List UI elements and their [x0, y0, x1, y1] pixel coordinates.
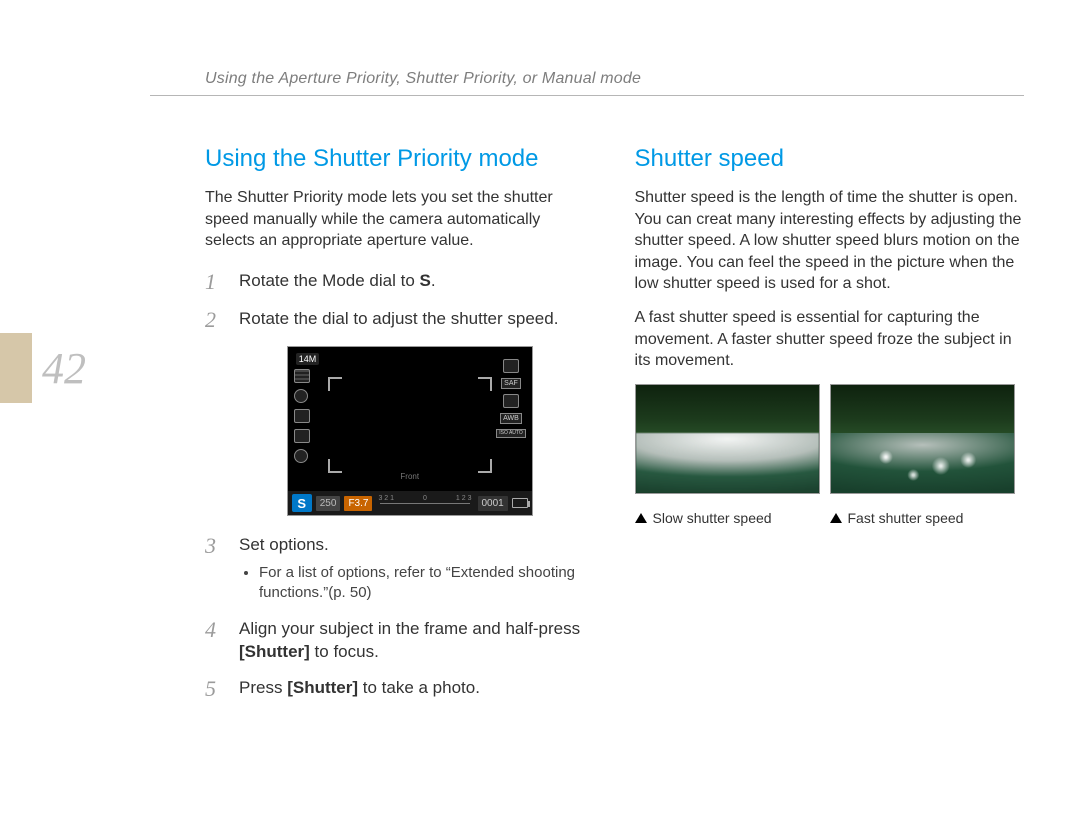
af-area-icon: [503, 394, 519, 408]
step-text-bold: [Shutter]: [239, 642, 310, 661]
left-icon-stack: [294, 369, 310, 463]
breadcrumb: Using the Aperture Priority, Shutter Pri…: [205, 70, 641, 88]
caption-fast: Fast shutter speed: [830, 510, 1015, 526]
quality-icon: [503, 359, 519, 373]
color-mode-icon: [294, 409, 310, 423]
focus-frame-corner: [478, 377, 492, 391]
photo-captions: Slow shutter speed Fast shutter speed: [635, 510, 1025, 526]
intro-text: The Shutter Priority mode lets you set t…: [205, 187, 595, 252]
step-sub-bullet: For a list of options, refer to “Extende…: [259, 563, 595, 604]
example-photo-row: [635, 384, 1025, 494]
triangle-up-icon: [830, 513, 842, 523]
wb-label: AWB: [500, 413, 522, 424]
right-icon-stack: SAF AWB ISO AUTO: [496, 359, 526, 438]
focus-frame-corner: [328, 459, 342, 473]
step-text-fragment: Set options.: [239, 535, 329, 554]
step-text-bold: S: [420, 271, 431, 290]
step-2: 2 Rotate the dial to adjust the shutter …: [205, 308, 595, 332]
photo-slow-shutter: [635, 384, 820, 494]
aperture-value: F3.7: [344, 496, 372, 511]
step-number: 4: [205, 618, 225, 664]
step-number: 5: [205, 677, 225, 701]
photo-background: [831, 385, 1014, 434]
right-column: Shutter speed Shutter speed is the lengt…: [635, 145, 1025, 716]
step-3: 3 Set options. For a list of options, re…: [205, 534, 595, 603]
photo-water-blur: [636, 433, 819, 492]
header-rule: [150, 95, 1024, 96]
iso-label: ISO AUTO: [496, 429, 526, 438]
left-column: Using the Shutter Priority mode The Shut…: [205, 145, 595, 716]
camera-status-bar: S 250 F3.7 3 2 1 0 1 2 3 0001: [288, 491, 532, 515]
battery-icon: [512, 498, 528, 508]
dial-hint: Front: [400, 472, 419, 481]
af-mode-label: SAF: [501, 378, 521, 389]
photo-background: [636, 385, 819, 434]
ev-scale: 3 2 1 0 1 2 3: [376, 496, 473, 510]
caption-text: Slow shutter speed: [653, 510, 772, 526]
step-text: Set options. For a list of options, refe…: [239, 534, 595, 603]
step-text-fragment: to take a photo.: [358, 678, 480, 697]
caption-text: Fast shutter speed: [848, 510, 964, 526]
ev-scale-right: 1 2 3: [456, 495, 472, 502]
photo-water-frozen: [831, 433, 1014, 492]
step-5: 5 Press [Shutter] to take a photo.: [205, 677, 595, 701]
step-text-fragment: Press: [239, 678, 287, 697]
step-text-fragment: Rotate the Mode dial to: [239, 271, 420, 290]
shutter-speed-paragraph-2: A fast shutter speed is essential for ca…: [635, 307, 1025, 372]
triangle-up-icon: [635, 513, 647, 523]
section-title-shutter-priority: Using the Shutter Priority mode: [205, 145, 595, 173]
step-number: 2: [205, 308, 225, 332]
camera-screen-figure: 14M SAF AWB ISO AUTO: [225, 346, 595, 516]
step-text: Align your subject in the frame and half…: [239, 618, 595, 664]
shutter-value: 250: [316, 496, 341, 511]
ev-scale-left: 3 2 1: [378, 495, 394, 502]
step-text: Press [Shutter] to take a photo.: [239, 677, 480, 701]
camera-lcd: 14M SAF AWB ISO AUTO: [287, 346, 533, 516]
step-number: 1: [205, 270, 225, 294]
shot-counter: 0001: [478, 496, 508, 511]
ev-scale-mid: 0: [423, 495, 427, 502]
drive-mode-icon: [294, 369, 310, 383]
image-size-label: 14M: [296, 353, 320, 365]
step-text-fragment: Align your subject in the frame and half…: [239, 619, 580, 638]
mode-indicator: S: [292, 494, 312, 512]
flash-icon: [294, 429, 310, 443]
step-text: Rotate the Mode dial to S.: [239, 270, 436, 294]
step-4: 4 Align your subject in the frame and ha…: [205, 618, 595, 664]
timer-icon: [294, 449, 308, 463]
manual-page: Using the Aperture Priority, Shutter Pri…: [0, 0, 1080, 815]
step-1: 1 Rotate the Mode dial to S.: [205, 270, 595, 294]
shutter-speed-paragraph-1: Shutter speed is the length of time the …: [635, 187, 1025, 295]
section-tab-swatch: [0, 333, 32, 403]
step-text-fragment: .: [431, 271, 436, 290]
photo-fast-shutter: [830, 384, 1015, 494]
side-tab: 42: [0, 333, 86, 403]
focus-frame-corner: [328, 377, 342, 391]
step-number: 3: [205, 534, 225, 603]
step-text: Rotate the dial to adjust the shutter sp…: [239, 308, 558, 332]
metering-icon: [294, 389, 308, 403]
section-title-shutter-speed: Shutter speed: [635, 145, 1025, 173]
focus-frame-corner: [478, 459, 492, 473]
caption-slow: Slow shutter speed: [635, 510, 820, 526]
step-text-fragment: to focus.: [310, 642, 379, 661]
step-text-bold: [Shutter]: [287, 678, 358, 697]
page-number: 42: [42, 343, 86, 394]
